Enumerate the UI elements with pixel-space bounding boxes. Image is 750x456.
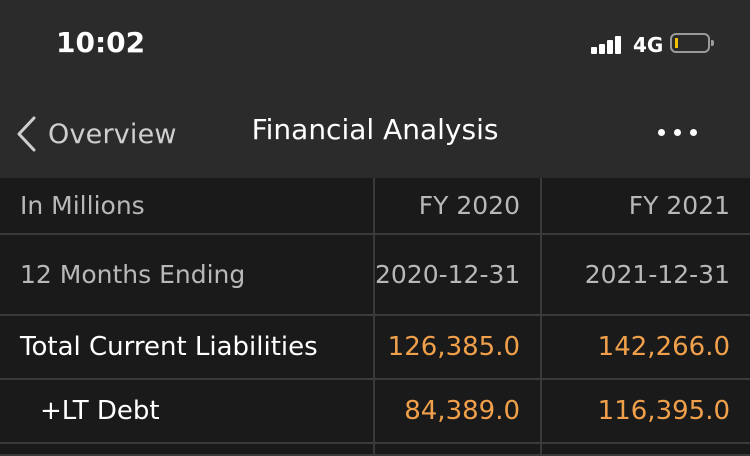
app-header: 10:02 4G Overview Financial Analysis: [0, 0, 750, 178]
page-title-text: Financial Analysis: [251, 113, 499, 146]
table-cell-empty: [0, 443, 375, 456]
table-row-partial: [0, 443, 750, 456]
column-header: FY 2020: [374, 178, 542, 235]
table-row[interactable]: Total Current Liabilities 126,385.0 142,…: [0, 315, 750, 380]
network-type: 4G: [633, 33, 664, 57]
period-date: 2020-12-31: [374, 234, 542, 316]
period-row: 12 Months Ending 2020-12-31 2021-12-31: [0, 234, 750, 316]
signal-bars-icon: [591, 34, 629, 54]
table-header-row: In Millions FY 2020 FY 2021: [0, 178, 750, 235]
column-header: In Millions: [0, 178, 375, 235]
battery-icon: [670, 33, 714, 53]
row-label: Total Current Liabilities: [0, 315, 375, 380]
row-value: 142,266.0: [541, 315, 750, 380]
more-dots-icon[interactable]: [654, 114, 700, 150]
period-label: 12 Months Ending: [0, 234, 375, 316]
row-value: 116,395.0: [541, 379, 750, 444]
table-cell-empty: [374, 443, 542, 456]
financial-table: In Millions FY 2020 FY 2021 12 Months En…: [0, 178, 750, 456]
row-label: +LT Debt: [0, 379, 375, 444]
table-row[interactable]: +LT Debt 84,389.0 116,395.0: [0, 379, 750, 444]
page-title: Financial Analysis: [0, 113, 750, 146]
column-header: FY 2021: [541, 178, 750, 235]
period-date: 2021-12-31: [541, 234, 750, 316]
row-value: 126,385.0: [374, 315, 542, 380]
status-time: 10:02: [56, 26, 146, 59]
table-cell-empty: [541, 443, 750, 456]
row-value: 84,389.0: [374, 379, 542, 444]
